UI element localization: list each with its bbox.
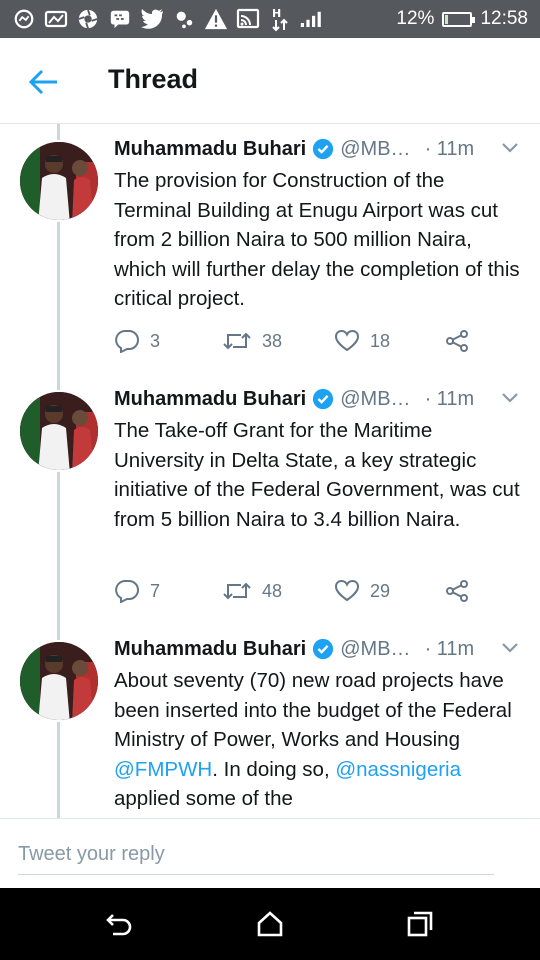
back-button[interactable] bbox=[22, 60, 66, 104]
bbm-icon bbox=[108, 7, 132, 31]
data-icon: H bbox=[268, 7, 292, 32]
nav-back-button[interactable] bbox=[104, 908, 136, 940]
author-handle[interactable]: @MB… bbox=[340, 638, 410, 661]
retweet-count: 38 bbox=[262, 330, 283, 351]
home-icon bbox=[257, 911, 283, 937]
reply-button[interactable]: 3 bbox=[114, 329, 160, 353]
heart-icon bbox=[334, 579, 360, 602]
like-button[interactable]: 18 bbox=[334, 329, 390, 353]
tweet-text-part: . In doing so, bbox=[212, 757, 336, 781]
app-bar: Thread bbox=[0, 38, 540, 124]
image-icon bbox=[44, 7, 68, 31]
system-nav-bar bbox=[0, 888, 540, 960]
avatar[interactable] bbox=[18, 140, 100, 222]
signal-icon bbox=[300, 7, 324, 31]
retweet-button[interactable]: 48 bbox=[222, 580, 282, 602]
chevron-down-icon[interactable] bbox=[498, 136, 522, 160]
battery-fill bbox=[445, 14, 449, 24]
tweet-time: · 11m bbox=[424, 637, 475, 660]
retweet-icon bbox=[223, 582, 251, 600]
svg-text:H: H bbox=[272, 7, 281, 20]
tweet-actions: 7 48 29 bbox=[114, 576, 494, 606]
verified-badge-icon bbox=[312, 138, 334, 160]
tweet[interactable]: Muhammadu Buhari @MB… · 11m The Take-off… bbox=[0, 374, 540, 624]
warning-icon bbox=[204, 7, 228, 31]
mention-link[interactable]: @FMPWH bbox=[114, 758, 212, 781]
thread-list[interactable]: Muhammadu Buhari @MB… · 11m The provisio… bbox=[0, 124, 540, 818]
like-button[interactable]: 29 bbox=[334, 579, 390, 603]
tweet-header: Muhammadu Buhari @MB… · 11m bbox=[114, 634, 522, 664]
nav-recents-button[interactable] bbox=[404, 908, 436, 940]
tweet-body: Muhammadu Buhari @MB… · 11m The Take-off… bbox=[114, 384, 522, 534]
pointer-icon bbox=[172, 7, 196, 31]
clock: 12:58 bbox=[480, 8, 528, 29]
share-button[interactable] bbox=[444, 579, 470, 603]
aperture-icon bbox=[76, 7, 100, 31]
nav-home-button[interactable] bbox=[254, 908, 286, 940]
reply-icon bbox=[115, 330, 139, 353]
reply-input[interactable] bbox=[18, 835, 494, 875]
tweet-text-part: applied some of the bbox=[114, 787, 293, 810]
author-name[interactable]: Muhammadu Buhari bbox=[114, 138, 306, 161]
tweet-text: About seventy (70) new road projects hav… bbox=[114, 666, 522, 814]
tweet-time: · 11m bbox=[424, 137, 475, 160]
status-bar: H 12% 12:58 bbox=[0, 0, 540, 38]
headset-icon bbox=[12, 7, 36, 31]
tweet-text: The provision for Construction of the Te… bbox=[114, 169, 520, 310]
retweet-count: 48 bbox=[262, 580, 283, 601]
tweet-body: Muhammadu Buhari @MB… · 11m About sevent… bbox=[114, 634, 522, 814]
like-count: 18 bbox=[370, 330, 391, 351]
heart-icon bbox=[334, 329, 360, 352]
battery-icon bbox=[442, 11, 476, 27]
page-title: Thread bbox=[108, 64, 199, 94]
back-arrow-icon bbox=[29, 69, 57, 95]
share-button[interactable] bbox=[444, 329, 470, 353]
tweet-time: · 11m bbox=[424, 387, 475, 410]
verified-badge-icon bbox=[312, 638, 334, 660]
avatar[interactable] bbox=[18, 390, 100, 472]
tweet-text-part: About seventy (70) new road projects hav… bbox=[114, 669, 512, 751]
back-icon bbox=[106, 914, 132, 936]
notification-icons: H bbox=[12, 6, 324, 32]
tweet-header: Muhammadu Buhari @MB… · 11m bbox=[114, 134, 522, 164]
verified-badge-icon bbox=[312, 388, 334, 410]
tweet-actions: 3 38 18 bbox=[114, 326, 494, 356]
chevron-down-icon[interactable] bbox=[498, 386, 522, 410]
author-handle[interactable]: @MB… bbox=[340, 388, 410, 411]
share-icon bbox=[446, 580, 468, 602]
like-count: 29 bbox=[370, 580, 391, 601]
reply-button[interactable]: 7 bbox=[114, 579, 160, 603]
tweet-body: Muhammadu Buhari @MB… · 11m The provisio… bbox=[114, 134, 522, 314]
recents-icon bbox=[407, 911, 433, 937]
retweet-button[interactable]: 38 bbox=[222, 330, 282, 352]
tweet[interactable]: Muhammadu Buhari @MB… · 11m The provisio… bbox=[0, 124, 540, 374]
tweet[interactable]: Muhammadu Buhari @MB… · 11m About sevent… bbox=[0, 624, 540, 818]
tweet-header: Muhammadu Buhari @MB… · 11m bbox=[114, 384, 522, 414]
reply-count: 3 bbox=[150, 330, 161, 351]
avatar[interactable] bbox=[18, 640, 100, 722]
cast-icon bbox=[236, 7, 260, 31]
chevron-down-icon[interactable] bbox=[498, 636, 522, 660]
reply-icon bbox=[115, 580, 139, 603]
tweet-text: The Take-off Grant for the Maritime Univ… bbox=[114, 419, 520, 531]
reply-count: 7 bbox=[150, 580, 161, 601]
mention-link[interactable]: @nassnigeria bbox=[335, 758, 461, 781]
author-name[interactable]: Muhammadu Buhari bbox=[114, 388, 306, 411]
status-right: 12% 12:58 bbox=[396, 6, 528, 32]
author-handle[interactable]: @MB… bbox=[340, 138, 410, 161]
author-name[interactable]: Muhammadu Buhari bbox=[114, 638, 306, 661]
twitter-icon bbox=[140, 7, 164, 31]
share-icon bbox=[446, 330, 468, 352]
reply-bar bbox=[0, 818, 540, 888]
battery-percent: 12% bbox=[396, 8, 435, 29]
retweet-icon bbox=[223, 332, 251, 350]
